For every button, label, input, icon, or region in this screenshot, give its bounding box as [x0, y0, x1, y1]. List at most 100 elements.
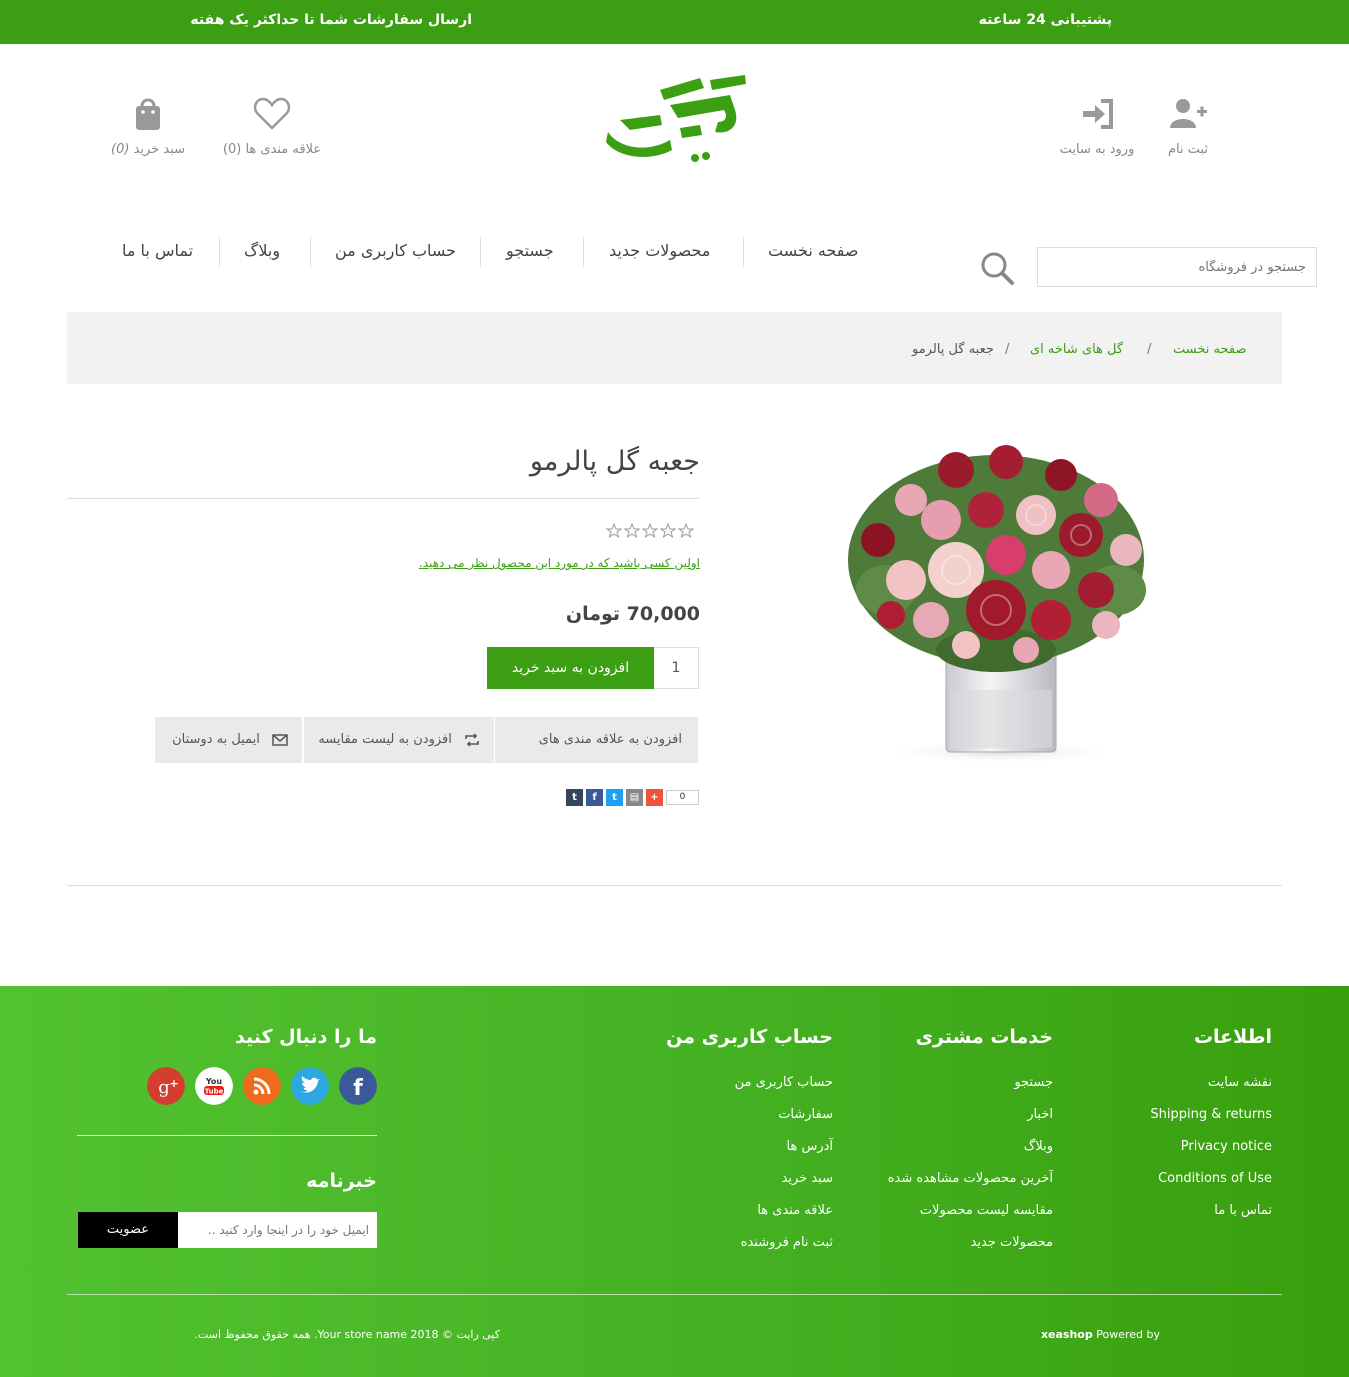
footer-link-search[interactable]: جستجو	[853, 1075, 1053, 1090]
add-to-wishlist-button[interactable]: افزودن به علاقه مندی های	[495, 717, 698, 763]
menu-divider	[480, 237, 481, 267]
footer-info-title: اطلاعات	[1193, 1026, 1272, 1048]
footer: اطلاعات نقشه سایت Shipping & returns Pri…	[0, 986, 1349, 1377]
twitter-icon[interactable]	[291, 1067, 329, 1105]
footer-account-title: حساب کاربری من	[666, 1026, 833, 1048]
copyright-text: کپی رایت © 2018 Your store name. همه حقو…	[194, 1328, 500, 1341]
product-price: 70,000 تومان	[565, 603, 700, 625]
footer-link-contact[interactable]: تماس با ما	[1112, 1203, 1272, 1218]
tumblr-icon[interactable]: t	[566, 789, 583, 806]
facebook-share-icon[interactable]: f	[586, 789, 603, 806]
powered-by: xeashop Powered by	[1000, 1328, 1160, 1341]
breadcrumb-current: جعبه گل پالرمو	[912, 342, 994, 357]
search-icon	[981, 252, 1014, 285]
footer-link-compare[interactable]: مقایسه لیست محصولات	[853, 1203, 1053, 1218]
svg-text:+: +	[169, 1077, 178, 1090]
product-title: جعبه گل پالرمو	[529, 446, 700, 477]
rating-stars	[600, 520, 700, 540]
menu-item-home[interactable]: صفحه نخست	[768, 235, 858, 267]
menu-divider	[310, 237, 311, 267]
shipping-text: ارسال سفارشات شما تا حداکثر یک هفته	[190, 12, 472, 28]
cart-link[interactable]: سبد خرید (0)	[102, 96, 194, 157]
add-to-wishlist-label: افزودن به علاقه مندی های	[538, 732, 682, 747]
footer-link-orders[interactable]: سفارشات	[653, 1107, 833, 1122]
powered-brand[interactable]: xeashop	[1041, 1328, 1093, 1341]
newsletter-title: خبرنامه	[306, 1170, 377, 1192]
share-count: 0	[666, 790, 699, 805]
footer-link-privacy[interactable]: Privacy notice	[1112, 1139, 1272, 1154]
menu-item-new-products[interactable]: محصولات جدید	[609, 235, 710, 267]
user-plus-icon	[1170, 99, 1207, 128]
wishlist-link[interactable]: علاقه مندی ها (0)	[216, 96, 328, 157]
menu-item-my-account[interactable]: حساب کاربری من	[335, 235, 456, 267]
more-share-icon[interactable]: +	[646, 789, 663, 806]
write-review-link[interactable]: اولین کسی باشید که در مورد این محصول نظر…	[380, 556, 700, 570]
svg-text:You: You	[205, 1077, 223, 1086]
footer-link-addresses[interactable]: آدرس ها	[653, 1139, 834, 1154]
youtube-icon[interactable]: You Tube	[195, 1067, 233, 1105]
logo-icon	[606, 75, 746, 162]
menu-divider	[583, 237, 584, 267]
quantity-input[interactable]: 1	[653, 647, 699, 689]
cart-label: سبد خرید	[133, 142, 185, 157]
powered-prefix: Powered by	[1096, 1328, 1160, 1341]
footer-link-shipping[interactable]: Shipping & returns	[1112, 1107, 1272, 1122]
facebook-icon[interactable]: f	[339, 1067, 377, 1105]
site-logo[interactable]	[600, 70, 750, 180]
star-rating-icon	[605, 522, 695, 539]
heart-icon	[253, 97, 291, 130]
menu-divider	[743, 237, 744, 267]
rss-icon[interactable]	[243, 1067, 281, 1105]
shopping-bag-icon	[136, 98, 160, 130]
divider	[67, 498, 699, 499]
sign-in-icon	[1083, 99, 1113, 129]
footer-link-vendor-register[interactable]: ثبت نام فروشنده	[653, 1235, 833, 1250]
svg-text:f: f	[353, 1076, 363, 1101]
register-link[interactable]: ثبت نام	[1158, 96, 1218, 157]
email-friend-label: ایمیل به دوستان	[172, 732, 260, 747]
footer-link-sitemap[interactable]: نقشه سایت	[1112, 1075, 1272, 1090]
breadcrumb-home[interactable]: صفحه نخست	[1173, 342, 1246, 357]
footer-link-recently-viewed[interactable]: آخرین محصولات مشاهده شده	[853, 1171, 1053, 1186]
divider	[77, 1135, 377, 1136]
cart-count: (0)	[110, 142, 130, 157]
add-to-compare-button[interactable]: افزودن به لیست مقایسه	[304, 717, 494, 763]
add-to-cart-button[interactable]: افزودن به سبد خرید	[487, 647, 654, 689]
print-icon[interactable]: ▤	[626, 789, 643, 806]
divider	[67, 885, 1282, 886]
footer-link-blog[interactable]: وبلاگ	[853, 1139, 1053, 1154]
footer-link-new-products[interactable]: محصولات جدید	[853, 1235, 1053, 1250]
login-label: ورود به سایت	[1059, 142, 1135, 157]
footer-link-news[interactable]: اخبار	[853, 1107, 1053, 1122]
twitter-share-icon[interactable]: t	[606, 789, 623, 806]
login-link[interactable]: ورود به سایت	[1052, 96, 1142, 157]
compare-icon	[465, 732, 479, 747]
google-plus-icon[interactable]: g +	[147, 1067, 185, 1105]
newsletter-email-input[interactable]	[178, 1212, 377, 1248]
top-bar: پشتیبانی 24 ساعته ارسال سفارشات شما تا ح…	[0, 0, 1349, 44]
product-image[interactable]	[846, 440, 1156, 770]
search-button[interactable]	[976, 248, 1016, 288]
email-friend-button[interactable]: ایمیل به دوستان	[155, 717, 302, 763]
breadcrumb-category[interactable]: گل های شاخه ای	[1030, 342, 1123, 357]
footer-follow-title: ما را دنبال کنید	[235, 1026, 377, 1048]
envelope-icon	[272, 733, 288, 746]
add-to-compare-label: افزودن به لیست مقایسه	[318, 732, 452, 747]
svg-text:Tube: Tube	[205, 1088, 224, 1096]
footer-service-title: خدمات مشتری	[915, 1026, 1053, 1048]
menu-item-contact[interactable]: تماس با ما	[122, 235, 193, 267]
register-label: ثبت نام	[1167, 142, 1209, 157]
newsletter-subscribe-button[interactable]: عضویت	[78, 1212, 178, 1248]
menu-item-search[interactable]: جستجو	[506, 235, 554, 267]
menu-item-blog[interactable]: وبلاگ	[244, 235, 280, 267]
footer-link-cart[interactable]: سبد خرید	[653, 1171, 833, 1186]
menu-divider	[219, 237, 220, 267]
footer-link-wishlist[interactable]: علاقه مندی ها	[653, 1203, 833, 1218]
breadcrumb: صفحه نخست / گل های شاخه ای / جعبه گل پال…	[67, 312, 1282, 384]
search-input[interactable]	[1037, 247, 1317, 287]
footer-link-conditions[interactable]: Conditions of Use	[1112, 1171, 1272, 1186]
breadcrumb-separator: /	[1147, 342, 1152, 357]
divider	[67, 1294, 1282, 1295]
svg-text:g: g	[158, 1077, 170, 1098]
footer-link-my-account[interactable]: حساب کاربری من	[653, 1075, 833, 1090]
